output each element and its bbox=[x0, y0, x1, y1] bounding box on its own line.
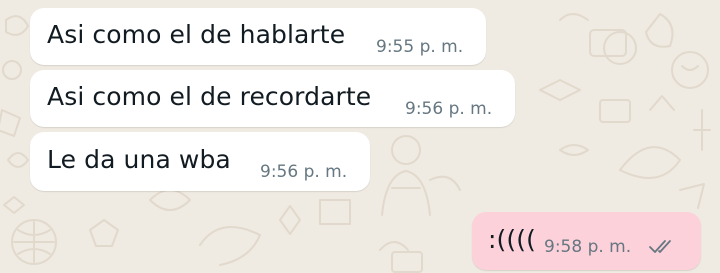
message-text: Asi como el de recordarte bbox=[47, 82, 372, 111]
message-bubble-incoming[interactable]: Le da una wba 9:56 p. m. bbox=[30, 132, 370, 191]
message-timestamp: 9:55 p. m. bbox=[376, 37, 464, 57]
double-check-icon bbox=[649, 240, 671, 253]
message-bubble-incoming[interactable]: Asi como el de recordarte 9:56 p. m. bbox=[30, 70, 515, 127]
message-text: Asi como el de hablarte bbox=[47, 20, 346, 49]
message-text: :(((( bbox=[488, 225, 536, 254]
message-timestamp: 9:58 p. m. bbox=[544, 237, 632, 257]
message-bubble-outgoing[interactable]: :(((( 9:58 p. m. bbox=[472, 212, 701, 270]
message-bubble-incoming[interactable]: Asi como el de hablarte 9:55 p. m. bbox=[30, 8, 486, 65]
message-text: Le da una wba bbox=[47, 145, 231, 174]
message-timestamp: 9:56 p. m. bbox=[405, 99, 493, 119]
message-timestamp: 9:56 p. m. bbox=[260, 162, 348, 182]
